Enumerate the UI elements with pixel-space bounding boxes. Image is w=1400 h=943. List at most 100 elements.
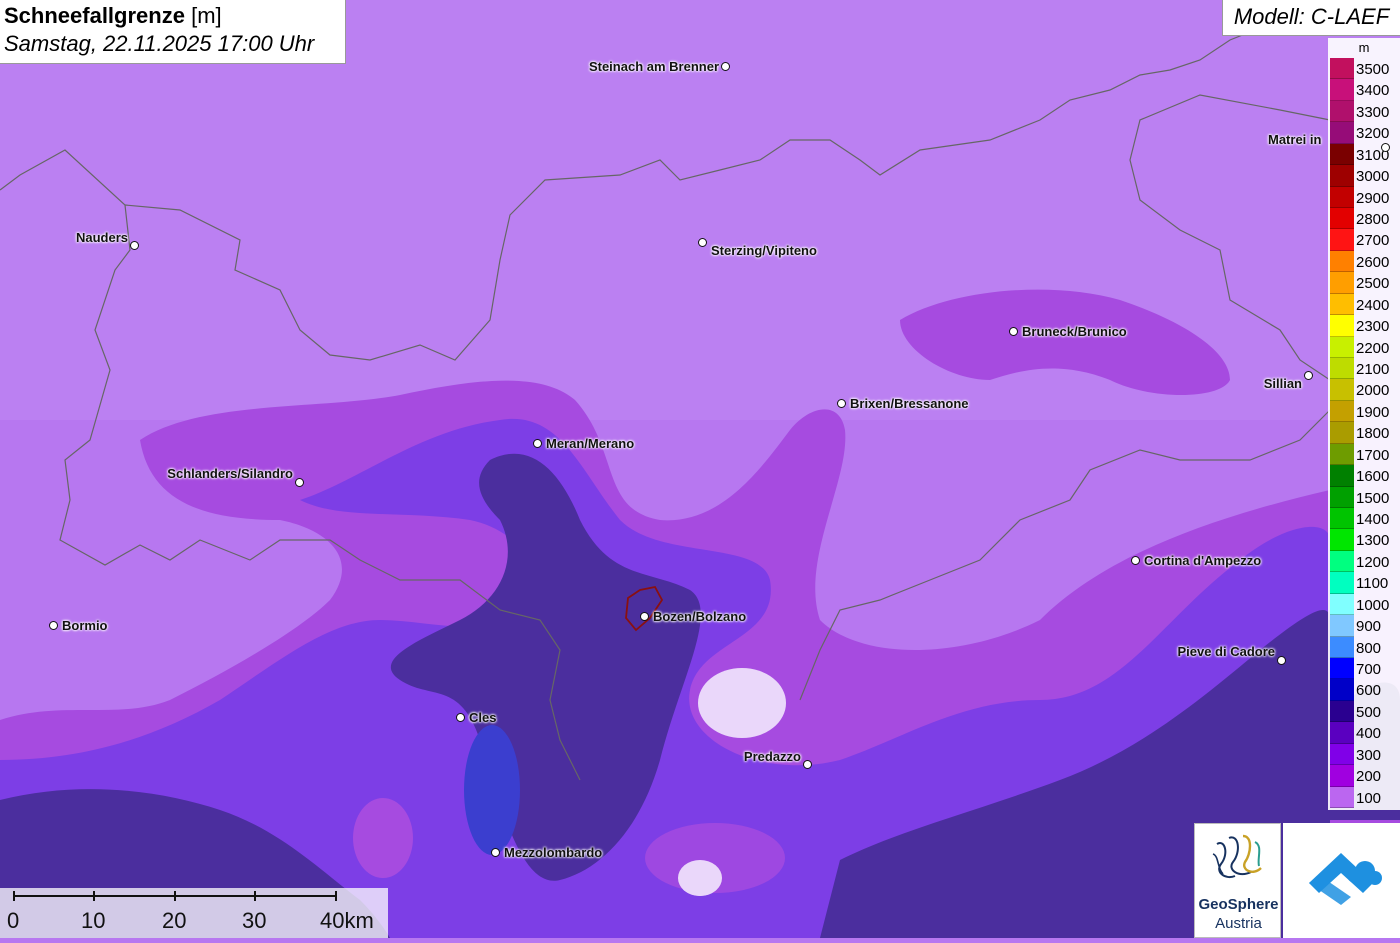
legend-row: 1600	[1330, 465, 1400, 487]
legend-swatch	[1330, 379, 1354, 401]
legend-label: 200	[1356, 768, 1382, 786]
legend-label: 1700	[1356, 446, 1390, 464]
legend-row: 3300	[1330, 100, 1400, 123]
city-marker	[721, 62, 730, 71]
legend-row: 1800	[1330, 422, 1400, 444]
legend-row: 800	[1330, 636, 1400, 659]
city-label: Brixen/Bressanone	[850, 396, 969, 411]
legend-label: 2300	[1356, 318, 1390, 336]
city-label: Sterzing/Vipiteno	[711, 243, 817, 258]
city-marker	[1381, 143, 1390, 152]
legend-row: 2800	[1330, 208, 1400, 230]
legend-row: 2700	[1330, 229, 1400, 251]
legend-row: 100	[1330, 786, 1400, 809]
legend-swatch	[1330, 722, 1354, 744]
legend-label: 1800	[1356, 425, 1390, 443]
city-marker	[295, 478, 304, 487]
legend-label: 1300	[1356, 532, 1390, 550]
map-title-box: Schneefallgrenze [m] Samstag, 22.11.2025…	[0, 0, 346, 64]
city-marker	[698, 238, 707, 247]
legend-swatch	[1330, 572, 1354, 594]
legend-swatch	[1330, 743, 1354, 766]
legend-swatch	[1330, 143, 1354, 166]
color-legend: m 3500 3400 3300 3200 3100 3000 2900 2800 2700 26…	[1328, 38, 1400, 810]
city-label: Bozen/Bolzano	[653, 609, 747, 624]
city-label: Meran/Merano	[546, 436, 635, 451]
city-label: Cles	[469, 710, 497, 725]
city-label: Steinach am Brenner	[588, 59, 719, 74]
legend-row: 2100	[1330, 358, 1400, 380]
model-label: Modell: C-LAEF	[1222, 0, 1400, 36]
legend-label: 1100	[1356, 575, 1389, 593]
legend-label: 1600	[1356, 468, 1390, 486]
legend-label: 2400	[1356, 296, 1390, 314]
legend-swatch	[1330, 400, 1354, 423]
legend-swatch	[1330, 100, 1354, 123]
legend-label: 500	[1356, 703, 1382, 721]
legend-label: 1900	[1356, 403, 1390, 421]
legend-label: 700	[1356, 661, 1382, 679]
city-marker	[640, 612, 649, 621]
legend-label: 1400	[1356, 511, 1390, 529]
legend-swatch	[1330, 358, 1354, 380]
legend-row: 300	[1330, 743, 1400, 766]
legend-swatch	[1330, 786, 1354, 809]
legend-label: 3500	[1356, 61, 1390, 78]
legend-swatch	[1330, 336, 1354, 358]
legend-label: 1500	[1356, 489, 1390, 507]
legend-label: 3400	[1356, 82, 1390, 100]
legend-row: 1000	[1330, 593, 1400, 616]
legend-row: 1900	[1330, 400, 1400, 423]
city-label: Predazzo	[743, 749, 801, 764]
legend-label: 2200	[1356, 339, 1390, 357]
legend-swatch	[1330, 443, 1354, 466]
legend-swatch	[1330, 615, 1354, 637]
legend-label: 2500	[1356, 275, 1390, 293]
city-marker	[1277, 656, 1286, 665]
scale-bar: 0 10 20 30 40km	[0, 888, 388, 938]
scale-tick: 0	[7, 908, 20, 933]
legend-row: 3500	[1330, 58, 1400, 80]
legend-row: 3200	[1330, 122, 1400, 144]
logo-line1: GeoSphere	[1198, 896, 1279, 913]
legend-label: 800	[1356, 639, 1382, 657]
legend-label: 2700	[1356, 232, 1390, 250]
city-marker	[1131, 556, 1140, 565]
logo-line2: Austria	[1215, 915, 1262, 932]
scale-tick: 40km	[320, 908, 374, 933]
legend-row: 2300	[1330, 315, 1400, 337]
legend-swatch	[1330, 679, 1354, 701]
legend-swatch	[1330, 250, 1354, 273]
city-label: Pieve di Cadore	[1177, 644, 1275, 659]
legend-swatch	[1330, 550, 1354, 573]
legend-swatch	[1330, 529, 1354, 551]
snow-cloud-logo[interactable]	[1283, 823, 1400, 938]
legend-label: 900	[1356, 618, 1382, 636]
legend-label: 2900	[1356, 189, 1390, 207]
legend-swatch	[1330, 658, 1354, 680]
scale-tick: 20	[162, 908, 187, 933]
legend-label: 2800	[1356, 211, 1390, 228]
legend-swatch	[1330, 58, 1354, 80]
legend-swatch	[1330, 79, 1354, 101]
legend-swatch	[1330, 765, 1354, 787]
legend-label: 300	[1356, 746, 1382, 764]
legend-row: 2900	[1330, 186, 1400, 208]
legend-row: 400	[1330, 722, 1400, 744]
legend-swatch	[1330, 122, 1354, 144]
city-label: Bormio	[62, 618, 108, 633]
map-datetime: Samstag, 22.11.2025 17:00 Uhr	[4, 31, 315, 56]
city-marker	[837, 399, 846, 408]
legend-swatch	[1330, 229, 1354, 251]
legend-swatch	[1330, 465, 1354, 487]
city-marker	[491, 848, 500, 857]
scale-tick: 10	[81, 908, 106, 933]
city-label: Schlanders/Silandro	[167, 466, 293, 481]
legend-row: 1100	[1330, 572, 1400, 594]
city-label: Bruneck/Brunico	[1022, 324, 1127, 339]
legend-row: 1200	[1330, 550, 1400, 573]
legend-swatch	[1330, 315, 1354, 337]
legend-row: 600	[1330, 679, 1400, 701]
city-label: Cortina d'Ampezzo	[1144, 553, 1262, 568]
geosphere-logo[interactable]: GeoSphere Austria	[1194, 823, 1281, 938]
